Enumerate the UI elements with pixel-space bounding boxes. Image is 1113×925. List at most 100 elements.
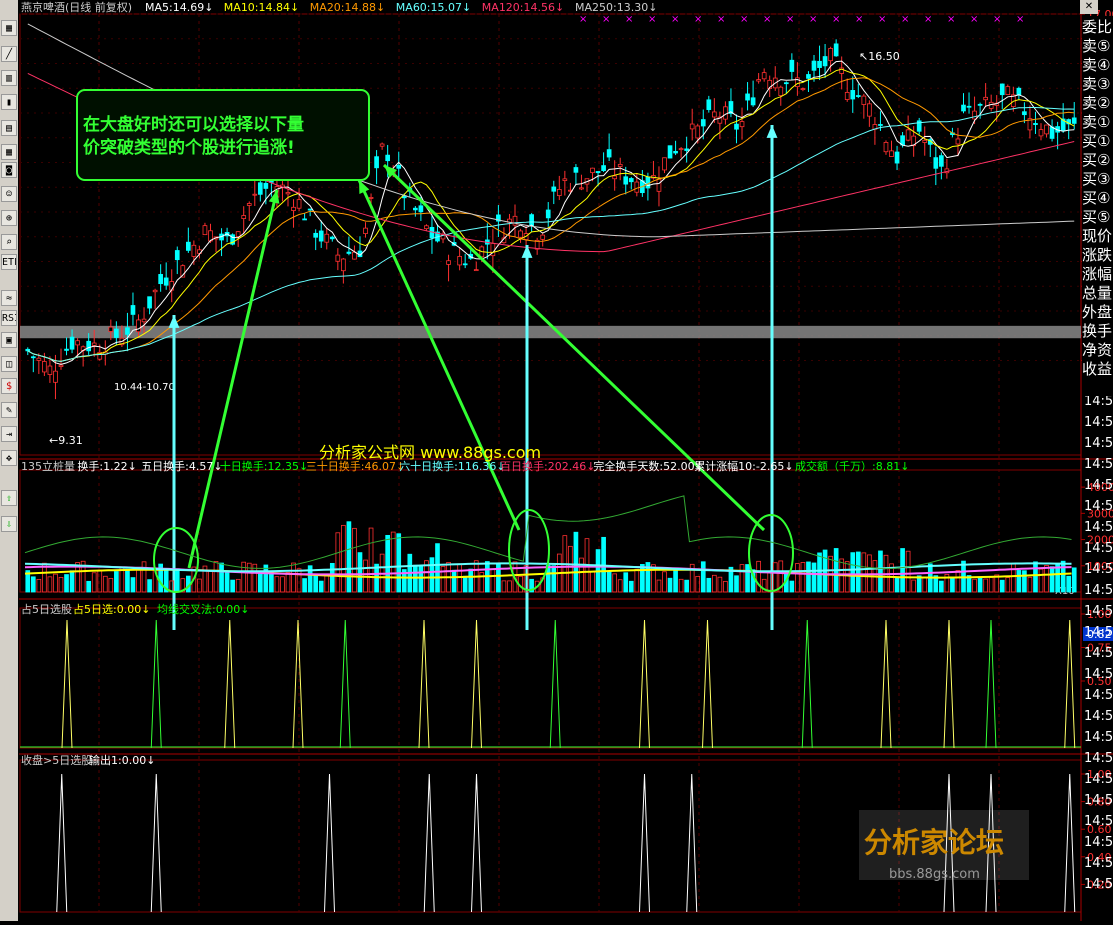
signal-spike xyxy=(549,619,561,749)
volume-bar xyxy=(102,575,108,593)
signal-mark: × xyxy=(602,14,610,25)
search-icon[interactable]: ⌕ xyxy=(1,234,17,250)
high-price-label: ↖16.50 xyxy=(859,50,900,63)
grid-icon[interactable]: ▦ xyxy=(1,144,17,160)
signal-spike xyxy=(471,773,482,913)
volume-highlight xyxy=(508,509,550,591)
candle-body xyxy=(163,277,169,286)
candle-body xyxy=(36,357,42,361)
signal-spike xyxy=(150,619,162,749)
volume-bar xyxy=(999,579,1005,593)
volume-bar xyxy=(922,577,928,593)
candle-body xyxy=(413,207,418,211)
volume-label: 累计涨幅10:-2.65↓ xyxy=(694,460,793,473)
candle-body xyxy=(595,171,601,174)
dollar-icon[interactable]: $ xyxy=(1,378,17,394)
candle-body xyxy=(833,43,839,57)
volume-bar xyxy=(385,534,391,593)
arrow-icon[interactable]: ⇥ xyxy=(1,426,17,442)
volume-bar xyxy=(507,580,512,593)
table-icon[interactable]: ▦ xyxy=(1,20,17,36)
volume-bar xyxy=(977,577,983,593)
panel-icon[interactable]: ▣ xyxy=(1,332,17,348)
rsi-icon[interactable]: RSI xyxy=(1,310,17,326)
volume-bar xyxy=(905,550,911,593)
time-label: 14:5 xyxy=(1084,814,1113,829)
candle-body xyxy=(75,340,80,346)
candle-body xyxy=(191,244,197,257)
candle-body xyxy=(961,104,966,112)
candle-body xyxy=(673,150,678,154)
indicator-label: 占5日选:0.00↓ xyxy=(73,602,150,616)
candle-body xyxy=(185,241,191,251)
candle-body xyxy=(291,206,296,211)
volume-bar xyxy=(219,562,224,593)
candle-body xyxy=(905,129,911,141)
candle-body xyxy=(130,305,136,315)
zoom-icon[interactable]: ⊕ xyxy=(1,210,17,226)
people-icon[interactable]: ☺ xyxy=(1,186,17,202)
signal-spike xyxy=(423,773,435,913)
volume-bar xyxy=(745,564,750,593)
close-icon[interactable]: ✕ xyxy=(1080,0,1098,14)
time-label: 14:5 xyxy=(1084,877,1113,892)
time-label: 14:5 xyxy=(1084,604,1113,619)
volume-bar xyxy=(551,565,557,593)
signal-mark: × xyxy=(579,14,587,25)
volume-bar xyxy=(1005,577,1011,593)
candle-body xyxy=(341,258,346,272)
kline-icon[interactable]: ▥ xyxy=(1,70,17,86)
signal-mark: × xyxy=(740,14,748,25)
candle-body xyxy=(69,336,75,350)
candle-body xyxy=(58,364,64,367)
signal-mark: × xyxy=(694,14,702,25)
volume-bar xyxy=(988,577,994,593)
stock-title: 燕京啤酒(日线 前复权) xyxy=(21,0,132,14)
candle-body xyxy=(645,176,651,189)
candle-body xyxy=(324,233,330,243)
line-chart-icon[interactable]: ╱ xyxy=(1,46,17,62)
volume-bar xyxy=(58,576,64,593)
up-icon[interactable]: ⇧ xyxy=(1,490,17,506)
volume-bar xyxy=(800,562,806,593)
volume-bar xyxy=(302,578,307,593)
list-icon[interactable]: ▤ xyxy=(1,120,17,136)
quote-label: 涨幅 xyxy=(1082,265,1113,283)
volume-bar xyxy=(324,575,330,593)
signal-mark: × xyxy=(763,14,771,25)
candle-body xyxy=(939,155,944,167)
wave-icon[interactable]: ≈ xyxy=(1,290,17,306)
volume-bar xyxy=(285,572,291,593)
volume-label: 五日换手:4.57↓ xyxy=(141,459,222,473)
candle-body xyxy=(252,193,258,196)
tool-icon[interactable]: ✎ xyxy=(1,402,17,418)
down-icon[interactable]: ⇩ xyxy=(1,516,17,532)
candle-body xyxy=(47,365,53,375)
money-icon[interactable]: ◙ xyxy=(1,162,17,178)
time-label: 14:5 xyxy=(1084,625,1113,640)
time-label: 14:5 xyxy=(1084,457,1113,472)
quote-label: 买① xyxy=(1082,132,1111,150)
volume-bar xyxy=(91,572,97,593)
candle-body xyxy=(745,93,750,101)
candle-body xyxy=(662,157,667,171)
volume-label: 完全换手天数:52.00↓ xyxy=(593,459,703,473)
candle-body xyxy=(551,186,557,192)
volume-bar xyxy=(235,578,241,593)
chart-area: 17.0016.5016.0015.5015.0014.5014.0013.50… xyxy=(19,0,1113,921)
candle-icon[interactable]: ▮ xyxy=(1,94,17,110)
quote-label: 买② xyxy=(1082,151,1111,169)
candle-body xyxy=(1005,86,1011,96)
candle-body xyxy=(108,326,114,332)
volume-bar xyxy=(313,573,319,593)
volume-bar xyxy=(36,578,42,593)
candle-body xyxy=(241,215,247,219)
signal-mark: × xyxy=(671,14,679,25)
compare-icon[interactable]: ◫ xyxy=(1,356,17,372)
candle-body xyxy=(562,178,568,181)
etf-icon[interactable]: ETF xyxy=(1,254,17,270)
move-icon[interactable]: ✥ xyxy=(1,450,17,466)
candle-body xyxy=(125,327,130,335)
volume-bar xyxy=(462,575,468,593)
candle-body xyxy=(822,56,828,67)
